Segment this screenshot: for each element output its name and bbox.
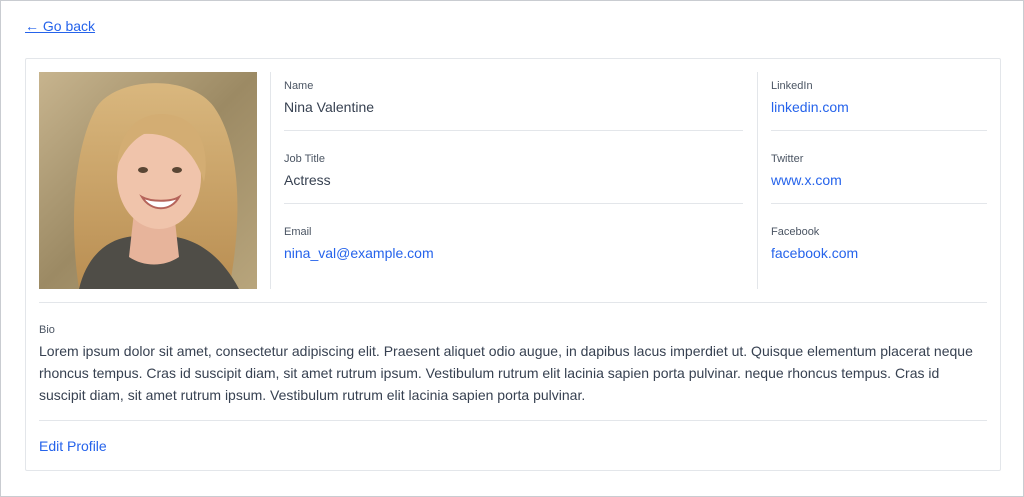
profile-details-column: Name Nina Valentine Job Title Actress Em… [284, 72, 743, 291]
profile-photo [39, 72, 257, 289]
social-links-column: LinkedIn linkedin.com Twitter www.x.com … [771, 72, 987, 291]
email-label: Email [284, 226, 312, 238]
facebook-link[interactable]: facebook.com [771, 244, 858, 262]
job-title-value: Actress [284, 172, 331, 188]
field-divider [284, 130, 743, 131]
name-value: Nina Valentine [284, 99, 375, 115]
field-divider [771, 130, 987, 131]
column-divider [757, 72, 758, 289]
twitter-field: Twitter www.x.com [771, 145, 987, 218]
profile-card: Name Nina Valentine Job Title Actress Em… [25, 58, 1001, 471]
name-field: Name Nina Valentine [284, 72, 743, 145]
section-divider [39, 420, 987, 421]
facebook-field: Facebook facebook.com [771, 218, 987, 291]
bio-text: Lorem ipsum dolor sit amet, consectetur … [39, 343, 973, 403]
column-divider [270, 72, 271, 289]
job-title-label: Job Title [284, 153, 325, 165]
email-link[interactable]: nina_val@example.com [284, 244, 434, 262]
bio-label: Bio [39, 324, 55, 336]
edit-profile-link[interactable]: Edit Profile [39, 437, 107, 455]
twitter-link[interactable]: www.x.com [771, 171, 842, 189]
section-divider [39, 302, 987, 303]
profile-photo-image [39, 72, 257, 289]
field-divider [284, 203, 743, 204]
facebook-label: Facebook [771, 226, 820, 238]
linkedin-link[interactable]: linkedin.com [771, 98, 849, 116]
twitter-label: Twitter [771, 153, 804, 165]
go-back-link[interactable]: ← Go back [25, 17, 95, 35]
linkedin-label: LinkedIn [771, 80, 813, 92]
field-divider [771, 203, 987, 204]
job-title-field: Job Title Actress [284, 145, 743, 218]
name-label: Name [284, 80, 314, 92]
linkedin-field: LinkedIn linkedin.com [771, 72, 987, 145]
email-field: Email nina_val@example.com [284, 218, 743, 291]
